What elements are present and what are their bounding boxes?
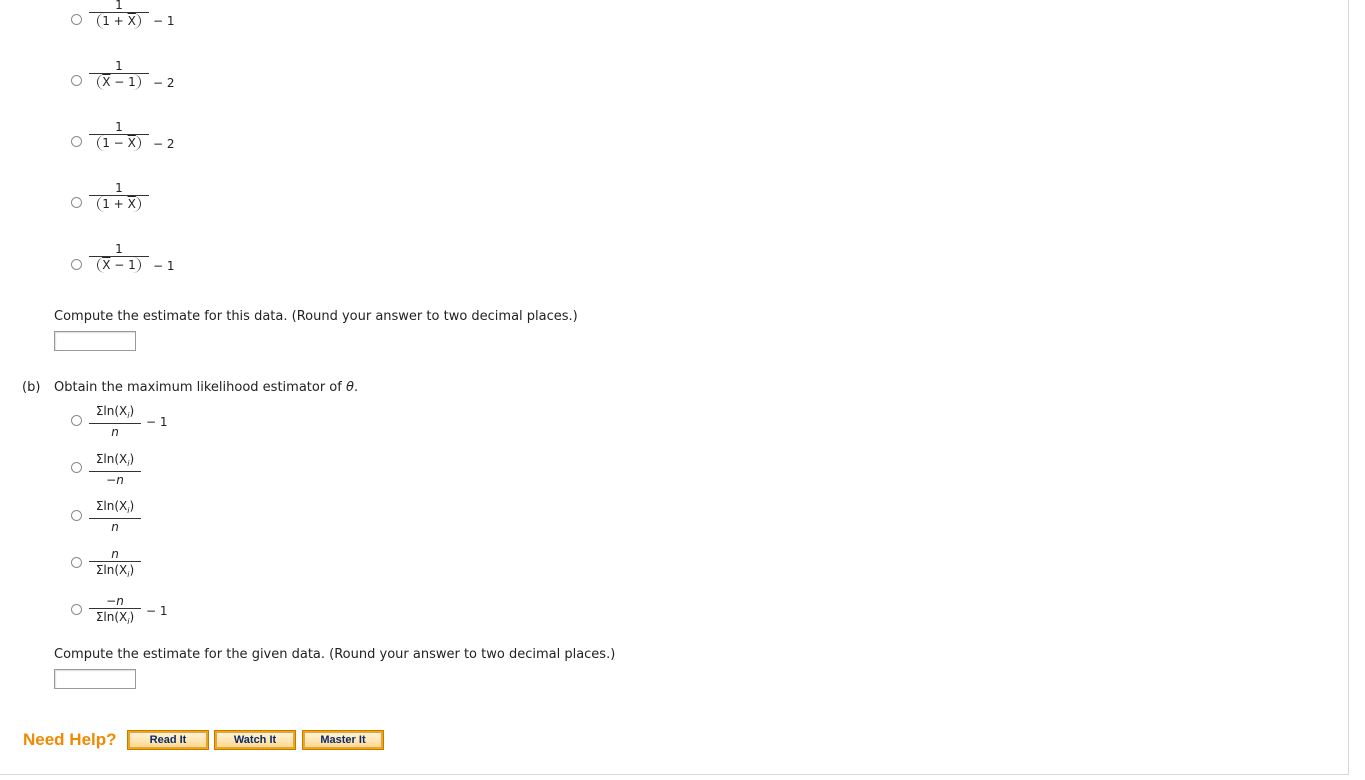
option-radio-b3[interactable] bbox=[71, 510, 82, 521]
den-left: 1 bbox=[102, 14, 110, 28]
option-radio-a4[interactable] bbox=[71, 197, 82, 208]
den-op: − bbox=[113, 136, 124, 150]
question-panel: 1 1 + X − 1 1 X − 1 − 2 1 1 − X − 2 1 1 … bbox=[0, 0, 1349, 775]
read-it-button[interactable]: Read It bbox=[127, 730, 209, 750]
denominator: n bbox=[111, 520, 119, 534]
option-radio-b2[interactable] bbox=[71, 462, 82, 473]
close-paren: ) bbox=[129, 563, 135, 577]
question-b: Obtain the maximum likelihood estimator … bbox=[54, 380, 358, 395]
option-radio-a3[interactable] bbox=[71, 136, 82, 147]
option-radio-b4[interactable] bbox=[71, 557, 82, 568]
numerator: n bbox=[111, 547, 119, 561]
option-radio-a5[interactable] bbox=[71, 259, 82, 270]
numerator: 1 bbox=[115, 242, 123, 256]
den-op: + bbox=[113, 14, 124, 28]
compute-prompt-a: Compute the estimate for this data. (Rou… bbox=[54, 309, 578, 324]
watch-it-label: Watch It bbox=[216, 732, 294, 748]
numerator: 1 bbox=[115, 120, 123, 134]
close-paren: ) bbox=[129, 610, 135, 624]
den-left: X bbox=[102, 258, 111, 272]
option-suffix: − 1 bbox=[153, 259, 175, 273]
option-suffix: − 2 bbox=[153, 76, 175, 90]
answer-input-b[interactable] bbox=[54, 669, 136, 689]
den-right: 1 bbox=[128, 75, 136, 89]
den-op: − bbox=[114, 258, 125, 272]
theta-symbol: θ bbox=[345, 380, 354, 395]
close-paren: ) bbox=[129, 452, 135, 466]
close-paren: ) bbox=[129, 404, 135, 418]
read-it-label: Read It bbox=[129, 732, 207, 748]
den-right: 1 bbox=[128, 258, 136, 272]
numerator: Σln(X bbox=[95, 404, 128, 418]
numerator: −n bbox=[106, 594, 124, 608]
option-radio-a1[interactable] bbox=[71, 14, 82, 25]
master-it-label: Master It bbox=[304, 732, 382, 748]
answer-input-a[interactable] bbox=[54, 331, 136, 351]
den-right: X bbox=[127, 14, 136, 28]
denominator: Σln(X bbox=[95, 610, 128, 624]
watch-it-button[interactable]: Watch It bbox=[214, 730, 296, 750]
part-label-b: (b) bbox=[22, 380, 41, 395]
den-left: 1 bbox=[102, 197, 110, 211]
master-it-button[interactable]: Master It bbox=[302, 730, 384, 750]
option-radio-b1[interactable] bbox=[71, 415, 82, 426]
fraction-a4: 1 1 + X bbox=[89, 181, 149, 212]
option-suffix: − 2 bbox=[153, 137, 175, 151]
option-suffix: − 1 bbox=[146, 604, 168, 618]
fraction-b1: Σln(Xi) n bbox=[89, 404, 141, 440]
den-left: X bbox=[102, 75, 111, 89]
denominator: −n bbox=[106, 473, 124, 487]
numerator: 1 bbox=[115, 0, 123, 12]
den-op: − bbox=[114, 75, 125, 89]
need-help-title: Need Help? bbox=[23, 730, 117, 749]
fraction-b3: Σln(Xi) n bbox=[89, 499, 141, 535]
close-paren: ) bbox=[129, 499, 135, 513]
compute-prompt-b: Compute the estimate for the given data.… bbox=[54, 647, 616, 662]
numerator: 1 bbox=[115, 181, 123, 195]
denominator: n bbox=[111, 425, 119, 439]
fraction-a2: 1 X − 1 bbox=[89, 59, 149, 90]
option-radio-a2[interactable] bbox=[71, 75, 82, 86]
fraction-a3: 1 1 − X bbox=[89, 120, 149, 151]
numerator: Σln(X bbox=[95, 499, 128, 513]
den-right: X bbox=[127, 136, 136, 150]
option-radio-b5[interactable] bbox=[71, 604, 82, 615]
question-period: . bbox=[353, 380, 359, 395]
option-suffix: − 1 bbox=[153, 14, 175, 28]
den-left: 1 bbox=[102, 136, 110, 150]
question-text: Obtain the maximum likelihood estimator … bbox=[54, 380, 346, 395]
den-right: X bbox=[127, 197, 136, 211]
fraction-a5: 1 X − 1 bbox=[89, 242, 149, 273]
fraction-b5: −n Σln(Xi) bbox=[89, 594, 141, 630]
fraction-b2: Σln(Xi) −n bbox=[89, 452, 141, 488]
fraction-a1: 1 1 + X bbox=[89, 0, 149, 29]
fraction-b4: n Σln(Xi) bbox=[89, 547, 141, 583]
denominator: Σln(X bbox=[95, 563, 128, 577]
option-suffix: − 1 bbox=[146, 415, 168, 429]
numerator: 1 bbox=[115, 59, 123, 73]
den-op: + bbox=[113, 197, 124, 211]
numerator: Σln(X bbox=[95, 452, 128, 466]
